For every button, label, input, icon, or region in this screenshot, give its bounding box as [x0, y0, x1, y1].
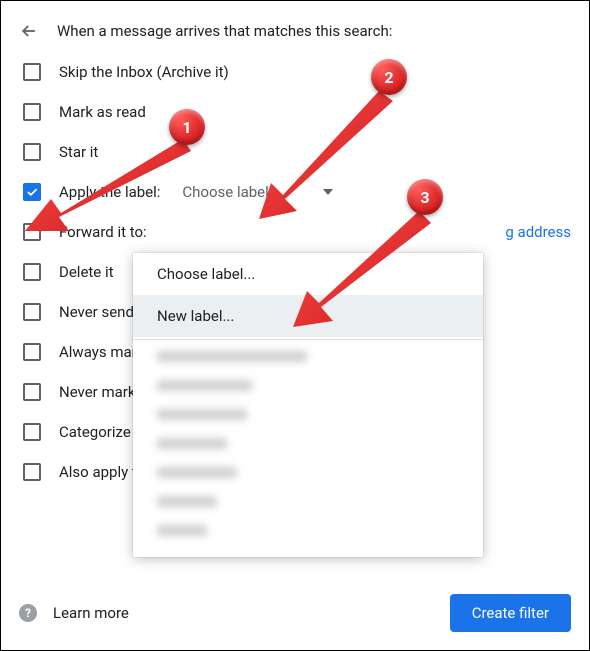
checkbox-star-it[interactable] [23, 143, 41, 161]
label-dropdown-menu: Choose label... New label... [133, 253, 483, 557]
label-forward: Forward it to: [59, 223, 147, 241]
dropdown-item-blurred[interactable] [133, 429, 483, 458]
checkbox-mark-read[interactable] [23, 103, 41, 121]
add-forwarding-address-link[interactable]: g address [505, 223, 571, 241]
learn-more-link[interactable]: Learn more [53, 604, 129, 622]
checkbox-also-apply[interactable] [23, 463, 41, 481]
checkbox-forward[interactable] [23, 223, 41, 241]
dialog-title: When a message arrives that matches this… [57, 22, 392, 40]
dropdown-item-blurred[interactable] [133, 371, 483, 400]
dropdown-item-blurred[interactable] [133, 516, 483, 545]
back-arrow-icon[interactable] [19, 21, 39, 41]
option-forward: Forward it to: g address [23, 223, 571, 241]
dropdown-item-choose[interactable]: Choose label... [133, 253, 483, 295]
dropdown-item-blurred[interactable] [133, 458, 483, 487]
dialog-footer: ? Learn more Create filter [19, 594, 571, 632]
option-skip-inbox: Skip the Inbox (Archive it) [23, 63, 571, 81]
choose-label-dropdown[interactable]: Choose label... [178, 183, 336, 201]
option-apply-label: Apply the label: Choose label... [23, 183, 571, 201]
annotation-badge-2: 2 [371, 59, 407, 95]
option-star-it: Star it [23, 143, 571, 161]
checkbox-delete[interactable] [23, 263, 41, 281]
checkbox-apply-label[interactable] [23, 183, 41, 201]
create-filter-button[interactable]: Create filter [450, 594, 571, 632]
checkbox-never-important[interactable] [23, 383, 41, 401]
checkbox-skip-inbox[interactable] [23, 63, 41, 81]
checkbox-never-spam[interactable] [23, 303, 41, 321]
label-apply-label: Apply the label: [59, 183, 160, 201]
dropdown-item-blurred[interactable] [133, 400, 483, 429]
label-delete: Delete it [59, 263, 114, 281]
checkbox-categorize[interactable] [23, 423, 41, 441]
option-mark-read: Mark as read [23, 103, 571, 121]
annotation-badge-3: 3 [407, 179, 443, 215]
filter-dialog: When a message arrives that matches this… [0, 0, 590, 651]
dropdown-item-blurred[interactable] [133, 487, 483, 516]
label-mark-read: Mark as read [59, 103, 146, 121]
label-star-it: Star it [59, 143, 98, 161]
header-row: When a message arrives that matches this… [19, 21, 571, 41]
label-skip-inbox: Skip the Inbox (Archive it) [59, 63, 229, 81]
help-icon[interactable]: ? [19, 604, 37, 622]
dropdown-item-new-label[interactable]: New label... [133, 295, 483, 337]
choose-label-text: Choose label... [182, 183, 280, 201]
checkbox-always-important[interactable] [23, 343, 41, 361]
annotation-badge-1: 1 [169, 109, 205, 145]
dropdown-divider [133, 339, 483, 340]
chevron-down-icon [323, 189, 333, 195]
dropdown-item-blurred[interactable] [133, 342, 483, 371]
